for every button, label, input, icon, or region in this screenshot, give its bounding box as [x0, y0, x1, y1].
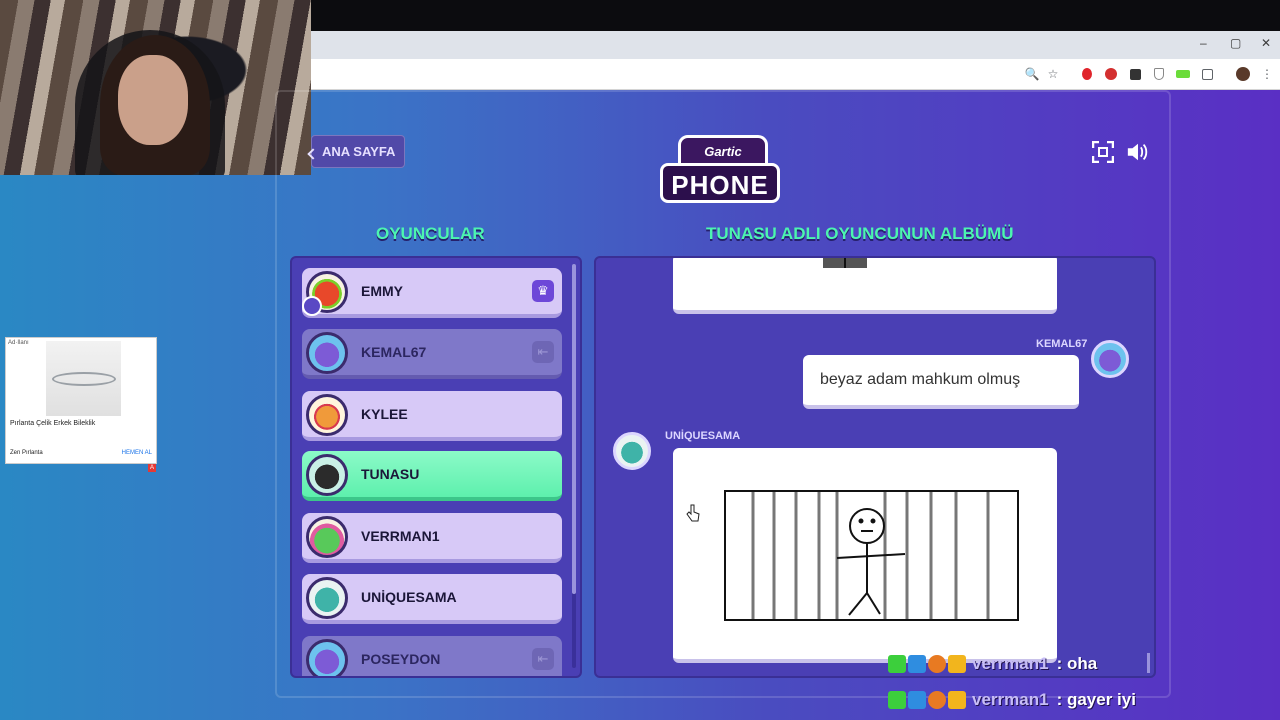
album-card-previous [673, 258, 1057, 314]
player-name: KEMAL67 [361, 344, 427, 360]
player-avatar [306, 577, 348, 619]
menu-icon[interactable]: ⋮ [1259, 66, 1275, 82]
home-button[interactable]: ANA SAYFA [311, 135, 405, 168]
webcam-overlay [0, 0, 311, 175]
entry-author-uniquesama: UNİQUESAMA [665, 430, 741, 442]
player-card-poseydon[interactable]: POSEYDON ⇤ [302, 636, 562, 676]
extension-red-icon[interactable] [1103, 66, 1119, 82]
player-avatar [306, 454, 348, 496]
crown-badge-icon [948, 655, 966, 673]
face-shape [118, 55, 188, 145]
bracelet-image[interactable] [46, 341, 121, 416]
tool-badge-icon [908, 655, 926, 673]
screenshot-icon[interactable] [1127, 66, 1143, 82]
player-card-uniquesama[interactable]: UNİQUESAMA [302, 574, 562, 624]
drawing-card [673, 448, 1057, 663]
guess-text: beyaz adam mahkum olmuş [820, 371, 1021, 388]
leave-icon: ⇤ [532, 341, 554, 363]
shield-icon[interactable] [1151, 66, 1167, 82]
players-scrollbar-thumb[interactable] [572, 264, 576, 594]
volume-icon[interactable] [1126, 140, 1150, 164]
players-panel: EMMY ♛ KEMAL67 ⇤ KYLEE TUNASU VERRMAN1 U… [290, 256, 582, 678]
player-card-kylee[interactable]: KYLEE [302, 391, 562, 441]
player-card-kemal67[interactable]: KEMAL67 ⇤ [302, 329, 562, 379]
bracelet-shape [51, 371, 116, 386]
player-avatar [306, 639, 348, 676]
player-avatar [306, 394, 348, 436]
host-badge-icon [302, 296, 322, 316]
ad-badge[interactable]: A [148, 464, 156, 472]
player-card-tunasu[interactable]: TUNASU [302, 451, 562, 501]
player-name: VERRMAN1 [361, 528, 440, 544]
ad-title[interactable]: Pırlanta Çelik Erkek Bileklik [10, 420, 95, 427]
chat-message: : gayer iyi [1056, 690, 1136, 709]
zoom-icon[interactable]: 🔍 [1024, 66, 1040, 82]
chat-line: verrman1 : gayer iyi [888, 690, 1136, 710]
player-card-emmy[interactable]: EMMY ♛ [302, 268, 562, 318]
opera-icon[interactable] [1079, 66, 1095, 82]
star-icon[interactable]: ☆ [1045, 66, 1061, 82]
fullscreen-icon[interactable] [1091, 140, 1115, 164]
album-title: TUNASU ADLI OYUNCUNUN ALBÜMÜ [706, 224, 1014, 243]
player-avatar [306, 516, 348, 558]
player-name: KYLEE [361, 406, 408, 422]
chat-message: : oha [1056, 654, 1098, 673]
entry-avatar-uniquesama [613, 432, 651, 470]
player-avatar [306, 332, 348, 374]
home-button-label: ANA SAYFA [322, 144, 396, 159]
chat-line: verrman1 : oha [888, 654, 1097, 674]
kick-badge-icon [888, 655, 906, 673]
album-scrollbar-thumb[interactable] [1147, 653, 1150, 673]
chat-username: verrman1 [972, 654, 1049, 673]
ad-banner[interactable]: Ad·Ilanı Pırlanta Çelik Erkek Bileklik Z… [5, 337, 157, 472]
ad-tag: Ad·Ilanı [8, 340, 29, 346]
player-name: POSEYDON [361, 651, 441, 667]
close-window-button[interactable]: ✕ [1261, 36, 1271, 50]
player-name: UNİQUESAMA [361, 589, 457, 605]
puzzle-icon[interactable] [1199, 66, 1215, 82]
previous-drawing-line [844, 258, 846, 268]
profile-icon[interactable] [1235, 66, 1251, 82]
chat-username: verrman1 [972, 690, 1049, 709]
pumpkin-badge-icon [928, 655, 946, 673]
player-name: EMMY [361, 283, 403, 299]
extension-green-icon[interactable] [1175, 66, 1191, 82]
tool-badge-icon [908, 691, 926, 709]
crown-icon: ♛ [532, 280, 554, 302]
pumpkin-badge-icon [928, 691, 946, 709]
entry-avatar-kemal67 [1091, 340, 1129, 378]
restore-button[interactable]: ▢ [1230, 36, 1241, 50]
leave-icon: ⇤ [532, 648, 554, 670]
ad-brand: Zen Pırlanta [10, 450, 43, 456]
hand-cursor-icon [686, 504, 700, 522]
gartic-phone-logo: Gartic PHONE [660, 135, 780, 207]
entry-author-kemal67: KEMAL67 [1036, 338, 1088, 350]
prisoner-drawing [724, 490, 1019, 621]
player-card-verrman1[interactable]: VERRMAN1 [302, 513, 562, 563]
crown-badge-icon [948, 691, 966, 709]
album-panel: KEMAL67 beyaz adam mahkum olmuş UNİQUESA… [594, 256, 1156, 678]
ad-cta-link[interactable]: HEMEN AL [122, 450, 152, 456]
minimize-button[interactable]: – [1200, 36, 1207, 50]
kick-badge-icon [888, 691, 906, 709]
players-title: OYUNCULAR [376, 224, 485, 243]
logo-main: PHONE [660, 163, 780, 203]
player-name: TUNASU [361, 466, 420, 482]
guess-bubble: beyaz adam mahkum olmuş [803, 355, 1079, 409]
